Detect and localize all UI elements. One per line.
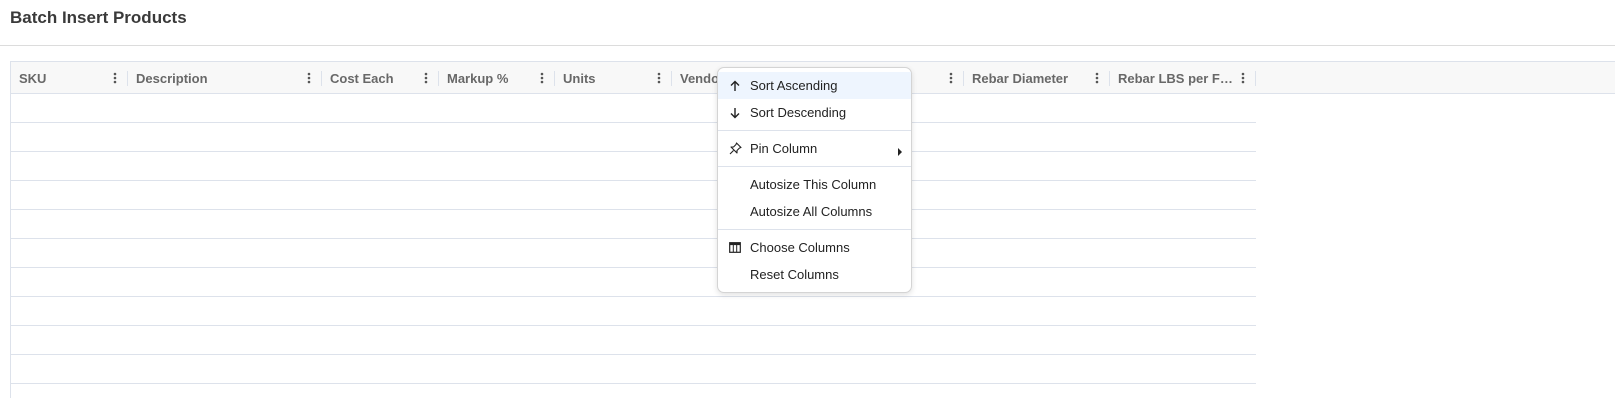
table-row[interactable] (11, 152, 1256, 181)
menu-separator (718, 166, 911, 167)
column-header-rebar-diameter[interactable]: Rebar Diameter (964, 62, 1110, 94)
table-row[interactable] (11, 94, 1256, 123)
table-row[interactable] (11, 355, 1256, 384)
column-header-sku[interactable]: SKU (11, 62, 128, 94)
table-row[interactable] (11, 297, 1256, 326)
menu-separator (718, 229, 911, 230)
table-row[interactable] (11, 181, 1256, 210)
column-header-label: SKU (19, 70, 47, 86)
menu-item-pin-column[interactable]: Pin Column (718, 135, 911, 162)
submenu-arrow-icon (897, 144, 903, 159)
table-row[interactable] (11, 210, 1256, 239)
menu-item-sort-ascending[interactable]: Sort Ascending (718, 72, 911, 99)
menu-item-choose-columns[interactable]: Choose Columns (718, 234, 911, 261)
column-separator[interactable] (1255, 71, 1256, 86)
grid-body (11, 94, 1256, 384)
column-menu-icon[interactable] (419, 70, 433, 86)
column-header-label: Rebar Diameter (972, 70, 1069, 86)
menu-item-label: Pin Column (750, 141, 818, 156)
column-header-label: Units (563, 70, 596, 86)
column-menu-icon[interactable] (535, 70, 549, 86)
menu-item-sort-descending[interactable]: Sort Descending (718, 99, 911, 126)
column-header-label: Markup % (447, 70, 509, 86)
column-header-label: Cost Each (330, 70, 394, 86)
columns-icon (720, 242, 750, 253)
menu-item-label: Sort Ascending (750, 78, 838, 93)
column-header-units[interactable]: Units (555, 62, 672, 94)
table-row[interactable] (11, 239, 1256, 268)
title-divider (0, 45, 1615, 46)
column-menu-icon[interactable] (652, 70, 666, 86)
arrow-up-icon (720, 80, 750, 92)
column-menu-icon[interactable] (1090, 70, 1104, 86)
column-menu-icon[interactable] (944, 70, 958, 86)
column-header-markup[interactable]: Markup % (439, 62, 555, 94)
menu-item-label: Sort Descending (750, 105, 847, 120)
menu-item-label: Autosize This Column (750, 177, 877, 192)
column-header-cost-each[interactable]: Cost Each (322, 62, 439, 94)
column-menu-icon[interactable] (302, 70, 316, 86)
column-header-label: Description (136, 70, 208, 86)
menu-separator (718, 130, 911, 131)
column-context-menu: Sort Ascending Sort Descending Pin Colum… (717, 67, 912, 293)
table-row[interactable] (11, 326, 1256, 355)
menu-item-label: Reset Columns (750, 267, 839, 282)
table-row[interactable] (11, 268, 1256, 297)
menu-item-label: Choose Columns (750, 240, 850, 255)
menu-item-label: Autosize All Columns (750, 204, 873, 219)
column-menu-icon[interactable] (1236, 70, 1250, 86)
menu-item-autosize-all-columns[interactable]: Autosize All Columns (718, 198, 911, 225)
arrow-down-icon (720, 107, 750, 119)
menu-item-autosize-this-column[interactable]: Autosize This Column (718, 171, 911, 198)
column-header-label: Rebar LBS per Foot (1118, 70, 1236, 86)
pin-icon (720, 142, 750, 155)
column-header-description[interactable]: Description (128, 62, 322, 94)
column-header-rebar-lbs-per-foot[interactable]: Rebar LBS per Foot (1110, 62, 1256, 94)
table-row[interactable] (11, 123, 1256, 152)
menu-item-reset-columns[interactable]: Reset Columns (718, 261, 911, 288)
page-title: Batch Insert Products (10, 8, 187, 27)
column-menu-icon[interactable] (108, 70, 122, 86)
